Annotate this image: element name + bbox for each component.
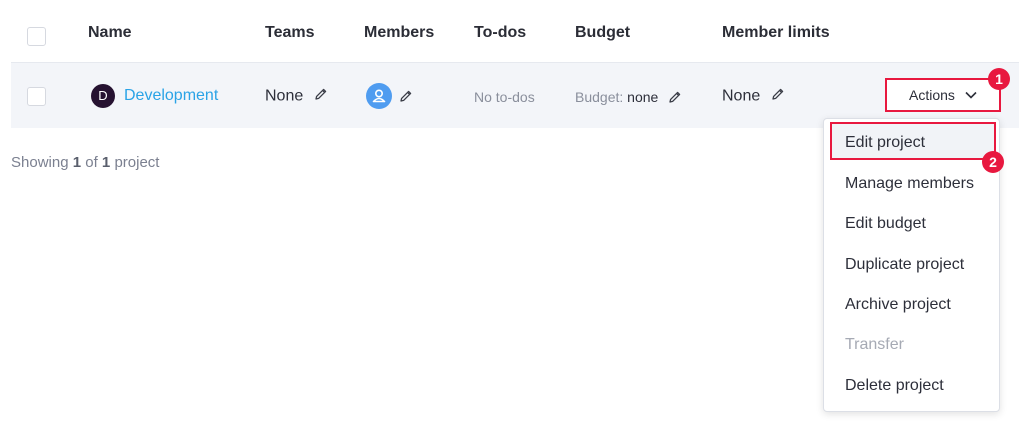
pencil-icon[interactable] <box>668 90 682 107</box>
column-header-members[interactable]: Members <box>364 24 434 42</box>
summary-count: 1 <box>72 154 82 171</box>
menu-item-transfer: Transfer <box>845 336 904 353</box>
column-header-todos[interactable]: To-dos <box>474 24 526 42</box>
summary-of: of <box>85 154 98 171</box>
pencil-icon[interactable] <box>314 87 328 106</box>
step-badge-2: 2 <box>982 151 1004 173</box>
menu-item-edit-budget[interactable]: Edit budget <box>845 215 926 233</box>
menu-item-duplicate-project[interactable]: Duplicate project <box>845 256 964 274</box>
menu-item-delete-project[interactable]: Delete project <box>845 377 944 395</box>
budget-label: Budget: <box>575 89 624 105</box>
project-name-link[interactable]: Development <box>124 87 218 105</box>
teams-value: None <box>265 87 304 105</box>
budget-cell: Budget: none <box>575 89 682 107</box>
teams-cell: None <box>265 87 328 106</box>
row-checkbox[interactable] <box>27 87 46 106</box>
actions-menu: Edit project Manage members Edit budget … <box>823 118 1000 412</box>
pencil-icon[interactable] <box>771 87 785 106</box>
summary-total: 1 <box>101 154 111 171</box>
budget-value: none <box>627 89 659 105</box>
column-header-teams[interactable]: Teams <box>265 24 315 42</box>
menu-item-archive-project[interactable]: Archive project <box>845 296 951 314</box>
summary-prefix: Showing <box>11 154 69 171</box>
pencil-icon[interactable] <box>399 89 413 108</box>
member-limits-cell: None <box>722 87 785 106</box>
summary-suffix: project <box>114 154 160 171</box>
user-icon <box>372 89 386 103</box>
menu-item-manage-members[interactable]: Manage members <box>845 175 974 193</box>
step-badge-1: 1 <box>988 68 1010 90</box>
column-header-member-limits[interactable]: Member limits <box>722 24 830 42</box>
todos-value: No to-dos <box>474 89 535 105</box>
select-all-checkbox[interactable] <box>27 27 46 46</box>
member-avatar[interactable] <box>366 83 392 109</box>
menu-item-edit-project[interactable]: Edit project <box>845 134 925 152</box>
chevron-down-icon <box>965 91 977 99</box>
column-header-budget[interactable]: Budget <box>575 24 630 42</box>
project-avatar: D <box>91 84 115 108</box>
member-limits-value: None <box>722 87 761 105</box>
actions-dropdown-button[interactable]: Actions <box>885 78 1001 112</box>
table-header: Name Teams Members To-dos Budget Member … <box>0 0 1024 62</box>
column-header-name[interactable]: Name <box>88 24 132 42</box>
pagination-summary: Showing 1 of 1 project <box>11 154 159 171</box>
actions-button-label: Actions <box>909 87 955 103</box>
